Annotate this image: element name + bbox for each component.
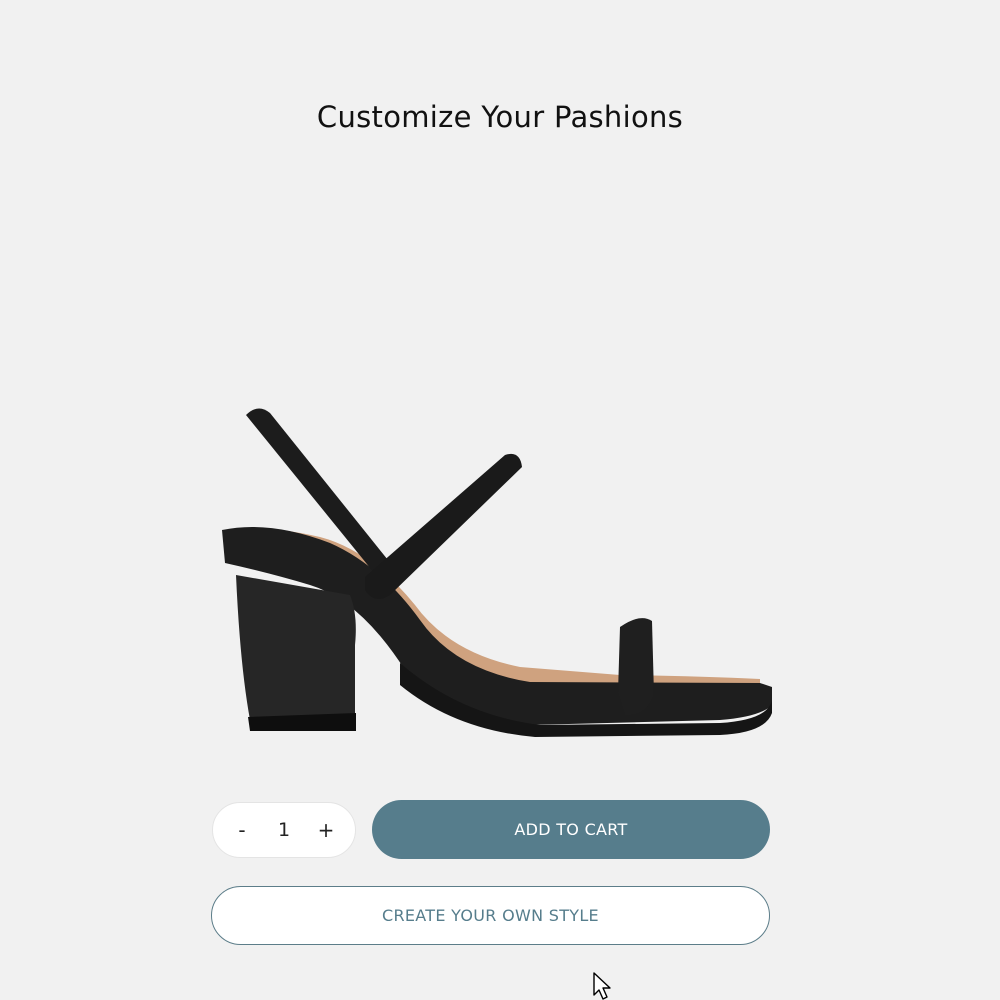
quantity-decrement-button[interactable]: - xyxy=(225,813,259,847)
quantity-stepper[interactable]: - 1 + xyxy=(212,802,356,858)
quantity-increment-button[interactable]: + xyxy=(309,813,343,847)
quantity-value[interactable]: 1 xyxy=(264,819,304,841)
mouse-pointer-icon xyxy=(593,972,611,1000)
add-to-cart-button[interactable]: ADD TO CART xyxy=(372,800,770,859)
sandal-product-image xyxy=(222,408,772,737)
sandal-cross-strap xyxy=(365,453,522,599)
sandal-toe-strap xyxy=(618,618,654,716)
sandal-block-heel xyxy=(236,575,356,720)
page-title: Customize Your Pashions xyxy=(316,100,684,134)
product-page: Customize Your Pashions - 1 + ADD TO CAR… xyxy=(0,0,1000,1000)
create-your-own-style-button[interactable]: CREATE YOUR OWN STYLE xyxy=(211,886,770,945)
